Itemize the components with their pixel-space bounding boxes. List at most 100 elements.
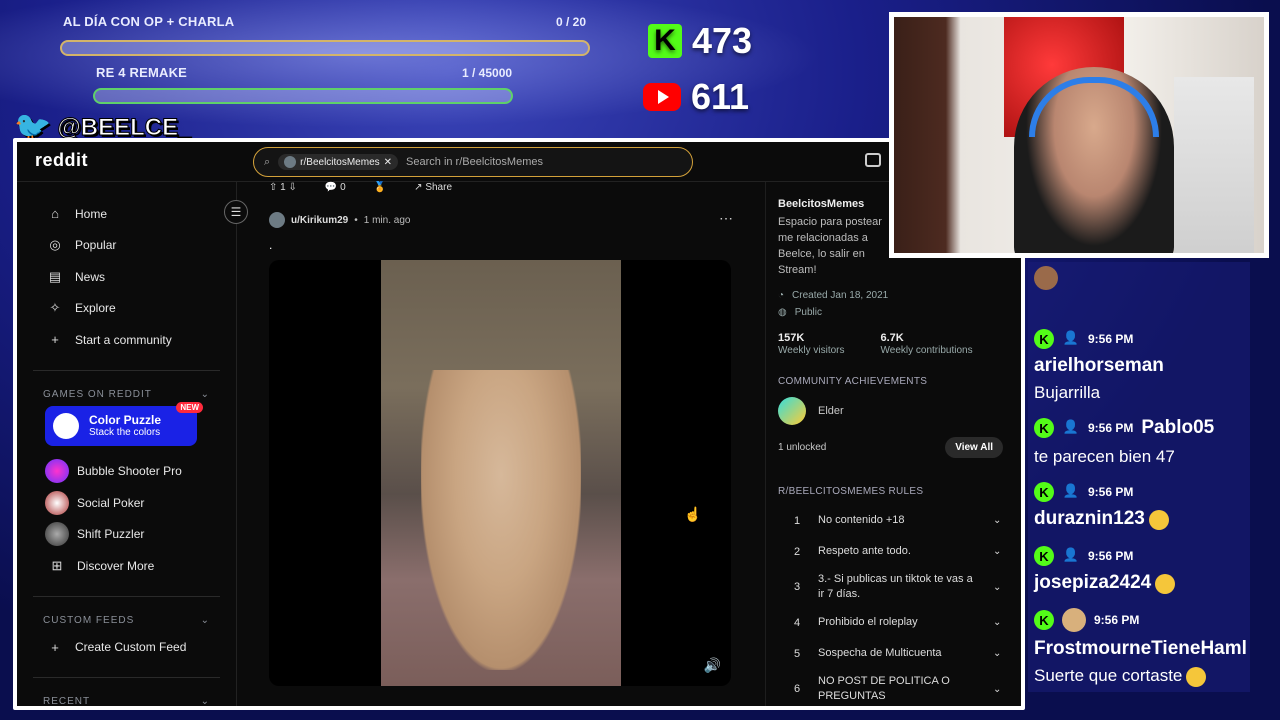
search-input[interactable]: Search in r/BeelcitosMemes	[406, 156, 543, 168]
post-author[interactable]: u/Kirikum29	[291, 215, 348, 226]
game-label: Social Poker	[77, 495, 145, 510]
chat-username[interactable]: josepiza2424	[1034, 572, 1151, 593]
browser-window: reddit ⌕ r/BeelcitosMemes ✕ Search in r/…	[13, 138, 1025, 710]
chat-time: 9:56 PM	[1088, 485, 1134, 499]
share-button[interactable]: ↗ Share	[414, 182, 452, 193]
rule-number: 4	[794, 616, 801, 629]
user-icon: 👤	[1062, 330, 1080, 345]
webcam-feed	[889, 12, 1269, 258]
chat-message: K 👤 9:56 PM Pablo05 te parecen bien 47	[1034, 417, 1250, 467]
volume-icon[interactable]: 🔊	[704, 657, 721, 674]
user-icon: 👤	[1062, 547, 1080, 562]
rule-item[interactable]: 1 No contenido +18 ⌄	[778, 505, 1003, 536]
new-badge: NEW	[176, 401, 203, 413]
chevron-down-icon: ⌄	[200, 614, 210, 626]
home-icon: ⌂	[51, 206, 59, 222]
game-label: Shift Puzzler	[77, 527, 145, 542]
plus-icon: +	[51, 332, 59, 348]
post-menu-icon[interactable]: ⋯	[719, 210, 733, 227]
visitors-value: 157K	[778, 332, 805, 344]
visibility: ◍ Public	[778, 307, 1003, 318]
sidebar-item-label: Home	[75, 206, 108, 221]
rule-number: 1	[794, 514, 801, 527]
subreddit-chip-label: r/BeelcitosMemes	[300, 156, 380, 168]
recent-section-header[interactable]: RECENT ⌄	[33, 677, 220, 706]
subreddit-chip[interactable]: r/BeelcitosMemes ✕	[278, 154, 399, 170]
contributions-value: 6.7K	[880, 332, 904, 344]
sidebar-item-explore[interactable]: ✧ Explore	[33, 293, 220, 325]
cake-icon: ◔	[778, 290, 785, 301]
kick-count: 473	[692, 20, 753, 61]
chat-avatar	[1034, 266, 1058, 290]
upvote-button[interactable]: ⇧ 1 ⇩	[269, 182, 297, 193]
rule-item[interactable]: 6 NO POST DE POLITICA O PREGUNTAS ⌄	[778, 669, 1003, 706]
chat-text: Suerte que cortaste	[1034, 666, 1183, 685]
created-date: ◔ Created Jan 18, 2021	[778, 290, 1003, 301]
rule-item[interactable]: 3 3.- Si publicas un tiktok te vas a ir 7…	[778, 567, 1003, 607]
search-bar[interactable]: ⌕ r/BeelcitosMemes ✕ Search in r/Beelcit…	[253, 147, 693, 177]
rule-text: Prohibido el roleplay	[818, 616, 918, 628]
author-avatar[interactable]	[269, 212, 285, 228]
kick-badge-icon: K	[1034, 610, 1054, 630]
discover-more[interactable]: ⊞ Discover More	[33, 550, 220, 582]
weekly-visitors: 157K Weekly visitors	[778, 332, 845, 356]
game-label: Bubble Shooter Pro	[77, 464, 182, 479]
achievement-elder[interactable]: Elder	[778, 397, 1003, 425]
award-button[interactable]: 🏅	[374, 182, 386, 193]
community-description: Espacio para postear me relacionadas a B…	[778, 216, 882, 276]
collapse-sidebar-button[interactable]: ☰	[224, 200, 248, 224]
kick-badge-icon: K	[1034, 329, 1054, 349]
rule-item[interactable]: 5 Sospecha de Multicuenta ⌄	[778, 638, 1003, 669]
chat-text: Bujarrilla	[1034, 383, 1101, 402]
custom-feeds-section-header[interactable]: CUSTOM FEEDS ⌄	[33, 595, 220, 632]
game-shift-puzzler[interactable]: Shift Puzzler	[33, 519, 220, 551]
game-bubble-shooter[interactable]: Bubble Shooter Pro	[33, 456, 220, 488]
create-custom-feed[interactable]: + Create Custom Feed	[33, 632, 220, 664]
user-icon: 👤	[1062, 483, 1080, 498]
comment-count: 0	[340, 182, 346, 193]
sidebar-item-news[interactable]: ▤ News	[33, 261, 220, 293]
smirk-emoji-icon	[1186, 666, 1207, 687]
sidebar-item-start-a-community[interactable]: + Start a community	[33, 324, 220, 356]
rule-item[interactable]: 4 Prohibido el roleplay ⌄	[778, 607, 1003, 638]
reddit-logo[interactable]: reddit	[35, 150, 88, 171]
featured-game-subtitle: Stack the colors	[89, 427, 161, 438]
upvote-count: 1	[280, 182, 286, 193]
ad-icon[interactable]	[865, 153, 881, 167]
kick-badge-icon: K	[1034, 418, 1054, 438]
comments-button[interactable]: 💬 0	[325, 182, 346, 193]
sidebar-item-label: Popular	[75, 238, 117, 253]
smirk-emoji-icon	[1155, 573, 1176, 594]
chat-username[interactable]: Pablo05	[1141, 417, 1214, 439]
chat-username[interactable]: FrostmourneTieneHaml	[1034, 638, 1248, 660]
post-video[interactable]: 🔊	[269, 260, 731, 686]
youtube-counter: 611	[643, 76, 749, 118]
chevron-down-icon[interactable]: ⌄	[993, 515, 1003, 526]
visibility-label: Public	[794, 307, 822, 318]
chevron-down-icon[interactable]: ⌄	[993, 546, 1003, 557]
post-title[interactable]: .	[269, 238, 272, 252]
rules-list: 1 No contenido +18 ⌄ 2 Respeto ante todo. ⌄ 3 3…	[778, 505, 1003, 706]
chip-close-icon[interactable]: ✕	[384, 157, 392, 168]
view-all-button[interactable]: View All	[945, 437, 1003, 458]
goal1-count: 0 / 20	[556, 15, 587, 29]
chevron-down-icon[interactable]: ⌄	[993, 684, 1003, 695]
chevron-down-icon[interactable]: ⌄	[993, 582, 1003, 593]
goal1-title: AL DÍA CON OP + CHARLA	[63, 14, 235, 29]
chevron-down-icon[interactable]: ⌄	[993, 617, 1003, 628]
sidebar-item-home[interactable]: ⌂ Home	[33, 198, 220, 230]
rule-item[interactable]: 2 Respeto ante todo. ⌄	[778, 536, 1003, 567]
chat-username[interactable]: duraznin123	[1034, 508, 1145, 529]
chat-text: te parecen bien 47	[1034, 447, 1175, 466]
rule-text: NO POST DE POLITICA O PREGUNTAS	[818, 675, 950, 702]
games-section-header[interactable]: GAMES ON REDDIT ⌄	[33, 369, 220, 406]
goal2-progress-bar	[93, 88, 513, 104]
featured-game-color-puzzle[interactable]: Color Puzzle Stack the colors NEW	[45, 401, 203, 446]
chevron-down-icon: ⌄	[200, 388, 210, 400]
chat-username[interactable]: arielhorseman	[1034, 355, 1250, 377]
shift-puzzler-icon	[45, 522, 69, 547]
sidebar-item-label: Start a community	[75, 332, 172, 347]
chevron-down-icon[interactable]: ⌄	[993, 648, 1003, 659]
game-social-poker[interactable]: Social Poker	[33, 487, 220, 519]
sidebar-item-popular[interactable]: ◎ Popular	[33, 230, 220, 262]
